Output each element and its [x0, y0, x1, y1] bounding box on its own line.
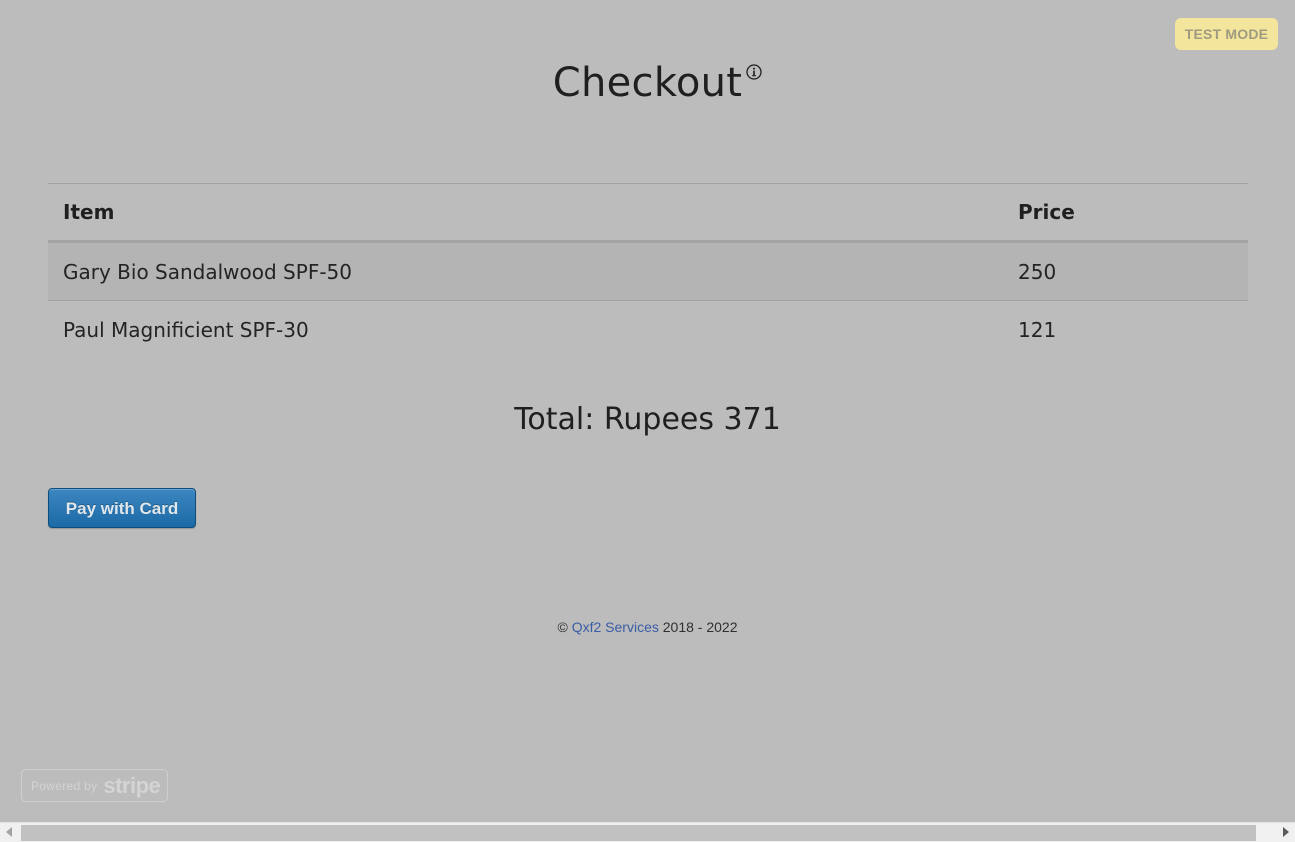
table-row: Paul Magnificient SPF-30 121 — [48, 300, 1248, 358]
test-mode-badge: TEST MODE — [1175, 18, 1278, 50]
item-name: Gary Bio Sandalwood SPF-50 — [48, 241, 1003, 301]
item-price: 250 — [1003, 241, 1248, 301]
pay-with-card-button[interactable]: Pay with Card — [48, 488, 196, 528]
scrollbar-thumb[interactable] — [21, 825, 1256, 841]
horizontal-scrollbar[interactable] — [0, 822, 1295, 842]
footer: © Qxf2 Services 2018 - 2022 — [0, 619, 1295, 635]
item-price: 121 — [1003, 300, 1248, 358]
powered-by-text: Powered by — [31, 778, 98, 793]
page-title-text: Checkout — [552, 60, 743, 106]
powered-by-stripe-badge[interactable]: Powered by stripe — [21, 769, 168, 802]
page-title: Checkout — [552, 60, 762, 106]
scroll-right-arrow-icon[interactable] — [1283, 827, 1289, 837]
stripe-logo: stripe — [103, 772, 161, 798]
copyright-years: 2018 - 2022 — [662, 619, 738, 635]
cart-table: Item Price Gary Bio Sandalwood SPF-50 25… — [48, 183, 1248, 358]
scroll-left-arrow-icon[interactable] — [6, 827, 12, 837]
table-header-row: Item Price — [48, 183, 1248, 243]
title-container: Checkout — [0, 60, 1295, 106]
order-total: Total: Rupees 371 — [514, 402, 781, 437]
item-name: Paul Magnificient SPF-30 — [48, 300, 1003, 358]
column-header-price: Price — [1003, 183, 1248, 243]
copyright-symbol: © — [557, 619, 568, 635]
company-link[interactable]: Qxf2 Services — [572, 619, 659, 635]
column-header-item: Item — [48, 183, 1003, 243]
table-row: Gary Bio Sandalwood SPF-50 250 — [48, 241, 1248, 301]
info-circle-icon[interactable] — [746, 64, 762, 80]
